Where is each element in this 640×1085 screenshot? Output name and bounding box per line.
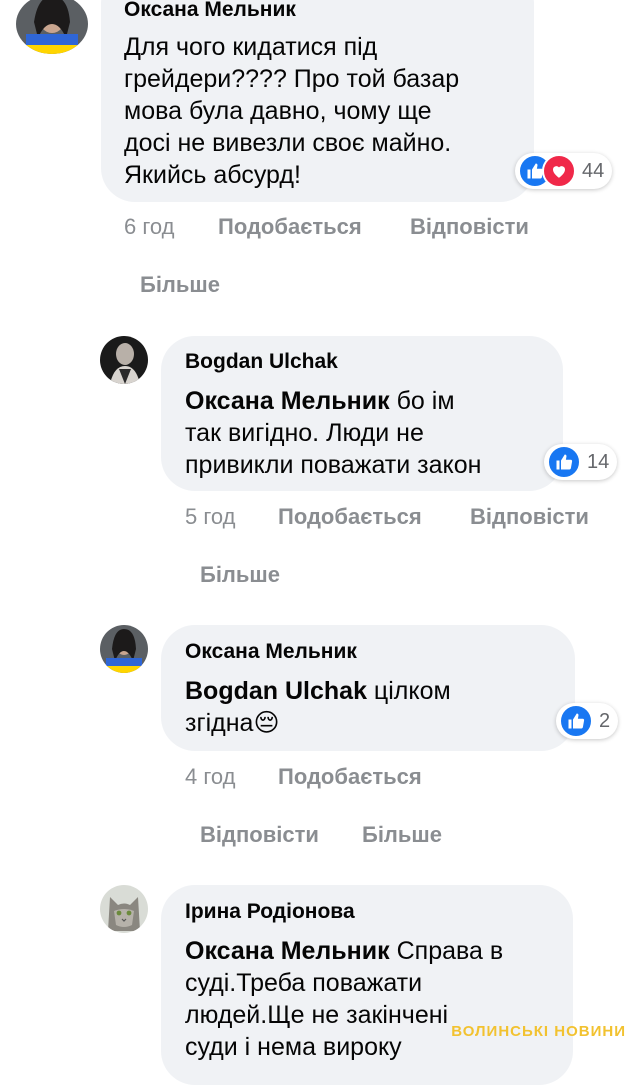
mention-link[interactable]: Bogdan Ulchak: [185, 677, 367, 705]
comment-text-line: грейдери???? Про той базар: [124, 65, 460, 93]
reaction-count: 2: [599, 709, 611, 732]
like-link[interactable]: Подобається: [278, 504, 422, 530]
comment-text-fragment: Справа в: [389, 937, 504, 965]
comment-text-line: Bogdan Ulchak цілком: [185, 675, 451, 707]
comment-author[interactable]: Оксана Мельник: [185, 640, 357, 664]
comment-text-fragment: згідна: [185, 709, 254, 737]
comment-author[interactable]: Оксана Мельник: [124, 0, 296, 22]
more-link[interactable]: Більше: [200, 562, 280, 588]
like-icon: [547, 445, 581, 479]
mention-link[interactable]: Оксана Мельник: [185, 387, 390, 415]
reaction-summary[interactable]: 14: [544, 444, 618, 480]
comment-text-line: людей.Ще не закінчені: [185, 1001, 449, 1029]
avatar-image: [16, 0, 88, 54]
more-link[interactable]: Більше: [140, 272, 220, 298]
comment-timestamp[interactable]: 6 год: [124, 214, 174, 240]
reply-link[interactable]: Відповісти: [200, 822, 319, 848]
like-icon: [559, 704, 593, 738]
avatar-bogdan[interactable]: [100, 336, 148, 384]
avatar-iryna[interactable]: [100, 885, 148, 933]
reply-link[interactable]: Відповісти: [410, 214, 529, 240]
avatar-image: [100, 885, 148, 933]
comment-text-line: так вигідно. Люди не: [185, 419, 424, 447]
avatar-oksana[interactable]: [100, 625, 148, 673]
comment-text-line: досі не вивезли своє майно.: [124, 129, 452, 157]
avatar-image: [100, 625, 148, 673]
avatar-image: [100, 336, 148, 384]
like-link[interactable]: Подобається: [218, 214, 362, 240]
comment-timestamp[interactable]: 5 год: [185, 504, 235, 530]
comment-text-line: мова була давно, чому ще: [124, 97, 432, 125]
comment-text-line: суді.Треба поважати: [185, 969, 423, 997]
comment-text-line: згідна😔: [185, 707, 280, 739]
comment-text-line: Оксана Мельник бо ім: [185, 385, 455, 417]
love-icon: [542, 154, 576, 188]
comment-author[interactable]: Bogdan Ulchak: [185, 350, 338, 374]
comment-author[interactable]: Ірина Родіонова: [185, 900, 355, 924]
comment-text-line: Оксана Мельник Справа в: [185, 935, 503, 967]
like-link[interactable]: Подобається: [278, 764, 422, 790]
watermark-logo: ВОЛИНСЬКІ НОВИНИ: [451, 1023, 626, 1040]
comment-text-line: привикли поважати закон: [185, 451, 482, 479]
reaction-summary[interactable]: 44: [515, 153, 613, 189]
comment-text-fragment: цілком: [366, 677, 451, 705]
comment-timestamp[interactable]: 4 год: [185, 764, 235, 790]
reply-link[interactable]: Відповісти: [470, 504, 589, 530]
comment-text-line: Якийсь абсурд!: [124, 161, 301, 189]
mention-link[interactable]: Оксана Мельник: [185, 937, 390, 965]
comment-text-line: Для чого кидатися під: [124, 33, 378, 61]
reaction-summary[interactable]: 2: [556, 703, 619, 739]
reaction-count: 44: [582, 159, 605, 182]
reaction-count: 14: [587, 450, 610, 473]
comment-text-line: суди і нема вироку: [185, 1033, 402, 1061]
avatar-oksana[interactable]: [16, 0, 88, 54]
pensive-emoji: 😔: [253, 709, 280, 737]
comment-text-fragment: бо ім: [389, 387, 455, 415]
more-link[interactable]: Більше: [362, 822, 442, 848]
